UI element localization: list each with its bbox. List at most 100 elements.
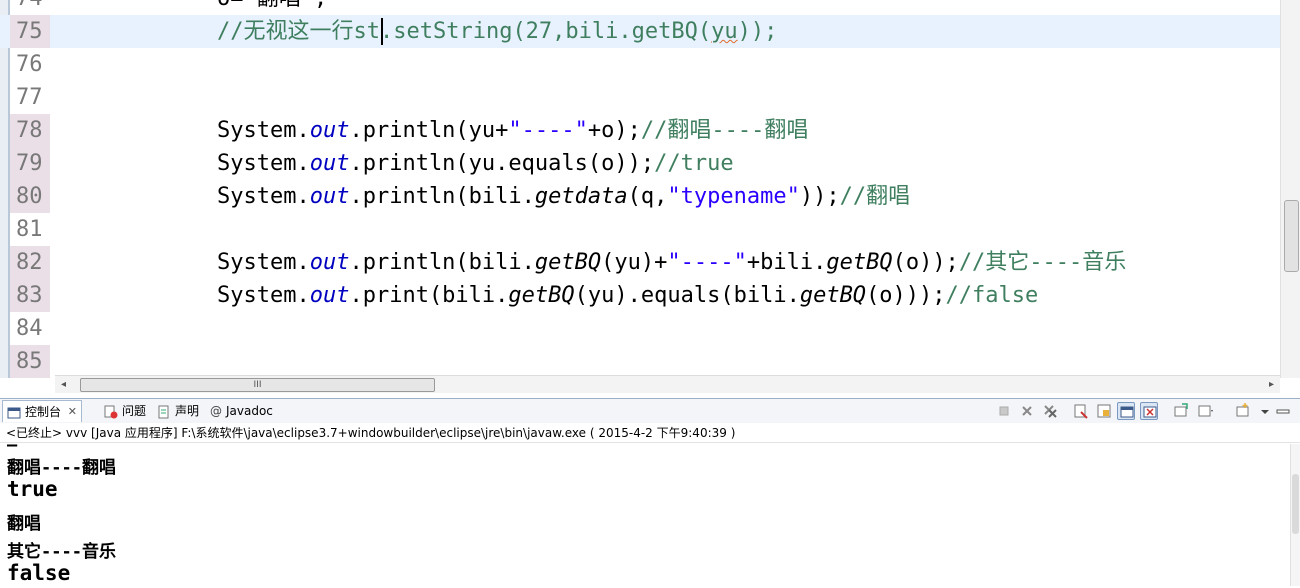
tab-console-label: 控制台 (25, 405, 62, 419)
code-token: //无视这一行 (217, 19, 354, 44)
display-selected-console-icon[interactable] (1196, 402, 1214, 420)
tab-javadoc[interactable]: @ Javadoc (206, 400, 278, 422)
editor-line[interactable]: 79 System.out.println(yu.equals(o));//tru… (0, 147, 1280, 180)
code-token: getBQ (508, 283, 575, 308)
minimize-icon[interactable] (1274, 402, 1292, 420)
close-icon[interactable]: ✕ (68, 401, 77, 423)
pin-console-icon[interactable] (1117, 402, 1135, 420)
console-output-line: true (7, 477, 58, 501)
editor-line[interactable]: 84 (0, 312, 1280, 345)
console-output[interactable]: — 翻唱----翻唱 true 翻唱 其它----音乐 false (0, 444, 1290, 588)
editor-line[interactable]: 82 System.out.println(bili.getBQ(yu)+"---… (0, 246, 1280, 279)
editor-vertical-scroll-thumb[interactable] (1284, 200, 1299, 272)
code-token: (o)); (892, 250, 959, 275)
editor-horizontal-scrollbar[interactable]: ◂ III ▸ (55, 375, 1280, 393)
code-token: yu (711, 19, 738, 44)
problems-icon (104, 404, 118, 419)
code-token: .println(bili. (349, 184, 535, 209)
code-token: .println(yu.equals(o)); (349, 151, 655, 176)
line-number: 84 (16, 316, 43, 341)
code-token: "----" (508, 118, 588, 143)
code-token: //false (945, 283, 1039, 308)
code-token: System. (217, 118, 310, 143)
show-console-on-output-icon[interactable] (1140, 402, 1158, 420)
line-number: 82 (10, 246, 50, 279)
code-editor[interactable]: 74 o="翻唱"; 75 //无视这一行st.setString(27,bili.g… (0, 0, 1300, 393)
open-console-icon[interactable] (1172, 402, 1190, 420)
tab-problems-label: 问题 (122, 404, 147, 418)
editor-line[interactable]: 80 System.out.println(bili.getdata(q,"typ… (0, 180, 1280, 213)
editor-line[interactable]: 85 (0, 345, 1280, 378)
editor-line[interactable]: 75 //无视这一行st.setString(27,bili.getBQ(yu))… (0, 15, 1280, 48)
terminate-icon[interactable] (995, 402, 1013, 420)
view-tab-bar: 控制台 ✕ 问题 声明 @ Javadoc (0, 398, 1300, 424)
code-token: System. (217, 151, 310, 176)
code-text[interactable]: //无视这一行st.setString(27,bili.getBQ(yu)); (217, 15, 777, 48)
editor-line[interactable]: 81 (0, 213, 1280, 246)
code-token: out (309, 118, 350, 143)
tab-console[interactable]: 控制台 ✕ (2, 400, 82, 422)
new-console-icon[interactable] (1234, 402, 1252, 420)
code-token: getdata (534, 184, 628, 209)
code-token: //翻唱----翻唱 (640, 118, 809, 143)
editor-vertical-scrollbar[interactable] (1280, 0, 1300, 378)
at-icon: @ (210, 404, 222, 418)
scroll-left-arrow-icon[interactable]: ◂ (55, 376, 72, 393)
editor-horizontal-scroll-thumb[interactable]: III (80, 378, 435, 392)
code-token: //true (654, 151, 734, 176)
code-token: out (309, 184, 350, 209)
code-token: out (309, 151, 350, 176)
code-token: +bili. (746, 250, 827, 275)
code-token: .print(bili. (349, 283, 509, 308)
code-token: st.setString(27,bili.getBQ( (353, 19, 712, 44)
editor-line[interactable]: 78 System.out.println(yu+"----"+o);//翻唱--… (0, 114, 1280, 147)
code-token: o="翻唱"; (217, 0, 327, 11)
code-token: System. (217, 283, 310, 308)
code-text[interactable]: System.out.println(yu.equals(o));//true (217, 147, 734, 180)
console-output-line: 其它----音乐 (7, 542, 116, 562)
code-token: (q, (627, 184, 668, 209)
declaration-icon (157, 404, 171, 419)
code-text[interactable]: o="翻唱"; (217, 0, 327, 15)
clear-console-icon[interactable] (1072, 402, 1090, 420)
line-number: 74 (10, 0, 50, 15)
editor-line[interactable]: 83 System.out.print(bili.getBQ(yu).equals… (0, 279, 1280, 312)
code-token: //翻唱 (839, 184, 911, 209)
tab-declaration[interactable]: 声明 (153, 400, 205, 422)
text-caret (381, 18, 383, 45)
code-text[interactable]: System.out.println(bili.getdata(q,"typen… (217, 180, 910, 213)
chevron-down-icon[interactable] (1256, 402, 1269, 420)
code-token: (o))); (866, 283, 946, 308)
code-token: (yu)+ (601, 250, 668, 275)
editor-line[interactable]: 74 o="翻唱"; (0, 0, 1280, 15)
line-number: 83 (10, 279, 50, 312)
code-token: getBQ (534, 250, 602, 275)
code-token: System. (217, 184, 310, 209)
code-token: (yu).equals(bili. (574, 283, 800, 308)
code-token: .println(bili. (349, 250, 535, 275)
code-token: out (309, 283, 350, 308)
code-token: getBQ (826, 250, 893, 275)
code-text[interactable]: System.out.println(bili.getBQ(yu)+"----"… (217, 246, 1126, 279)
editor-line[interactable]: 76 (0, 48, 1280, 81)
remove-all-terminated-icon[interactable] (1041, 402, 1059, 420)
line-number: 79 (10, 147, 50, 180)
tab-problems[interactable]: 问题 (100, 400, 152, 422)
tab-javadoc-label: Javadoc (226, 404, 273, 418)
console-output-line: 翻唱----翻唱 (7, 458, 116, 478)
remove-launch-icon[interactable] (1018, 402, 1036, 420)
scroll-lock-icon[interactable] (1095, 402, 1113, 420)
editor-line[interactable]: 77 (0, 81, 1280, 114)
console-output-line: false (7, 561, 71, 585)
code-token: out (309, 250, 350, 275)
line-number: 85 (10, 345, 50, 378)
scroll-right-arrow-icon[interactable]: ▸ (1263, 376, 1280, 393)
console-vertical-scrollbar[interactable] (1290, 444, 1300, 586)
code-token: //其它----音乐 (958, 250, 1127, 275)
console-vertical-scroll-thumb[interactable] (1292, 474, 1299, 534)
code-text[interactable]: System.out.println(yu+"----"+o);//翻唱----… (217, 114, 808, 147)
line-number: 75 (10, 15, 50, 48)
code-text[interactable]: System.out.print(bili.getBQ(yu).equals(b… (217, 279, 1038, 312)
code-token: "typename" (667, 184, 800, 209)
line-number: 77 (16, 85, 43, 110)
